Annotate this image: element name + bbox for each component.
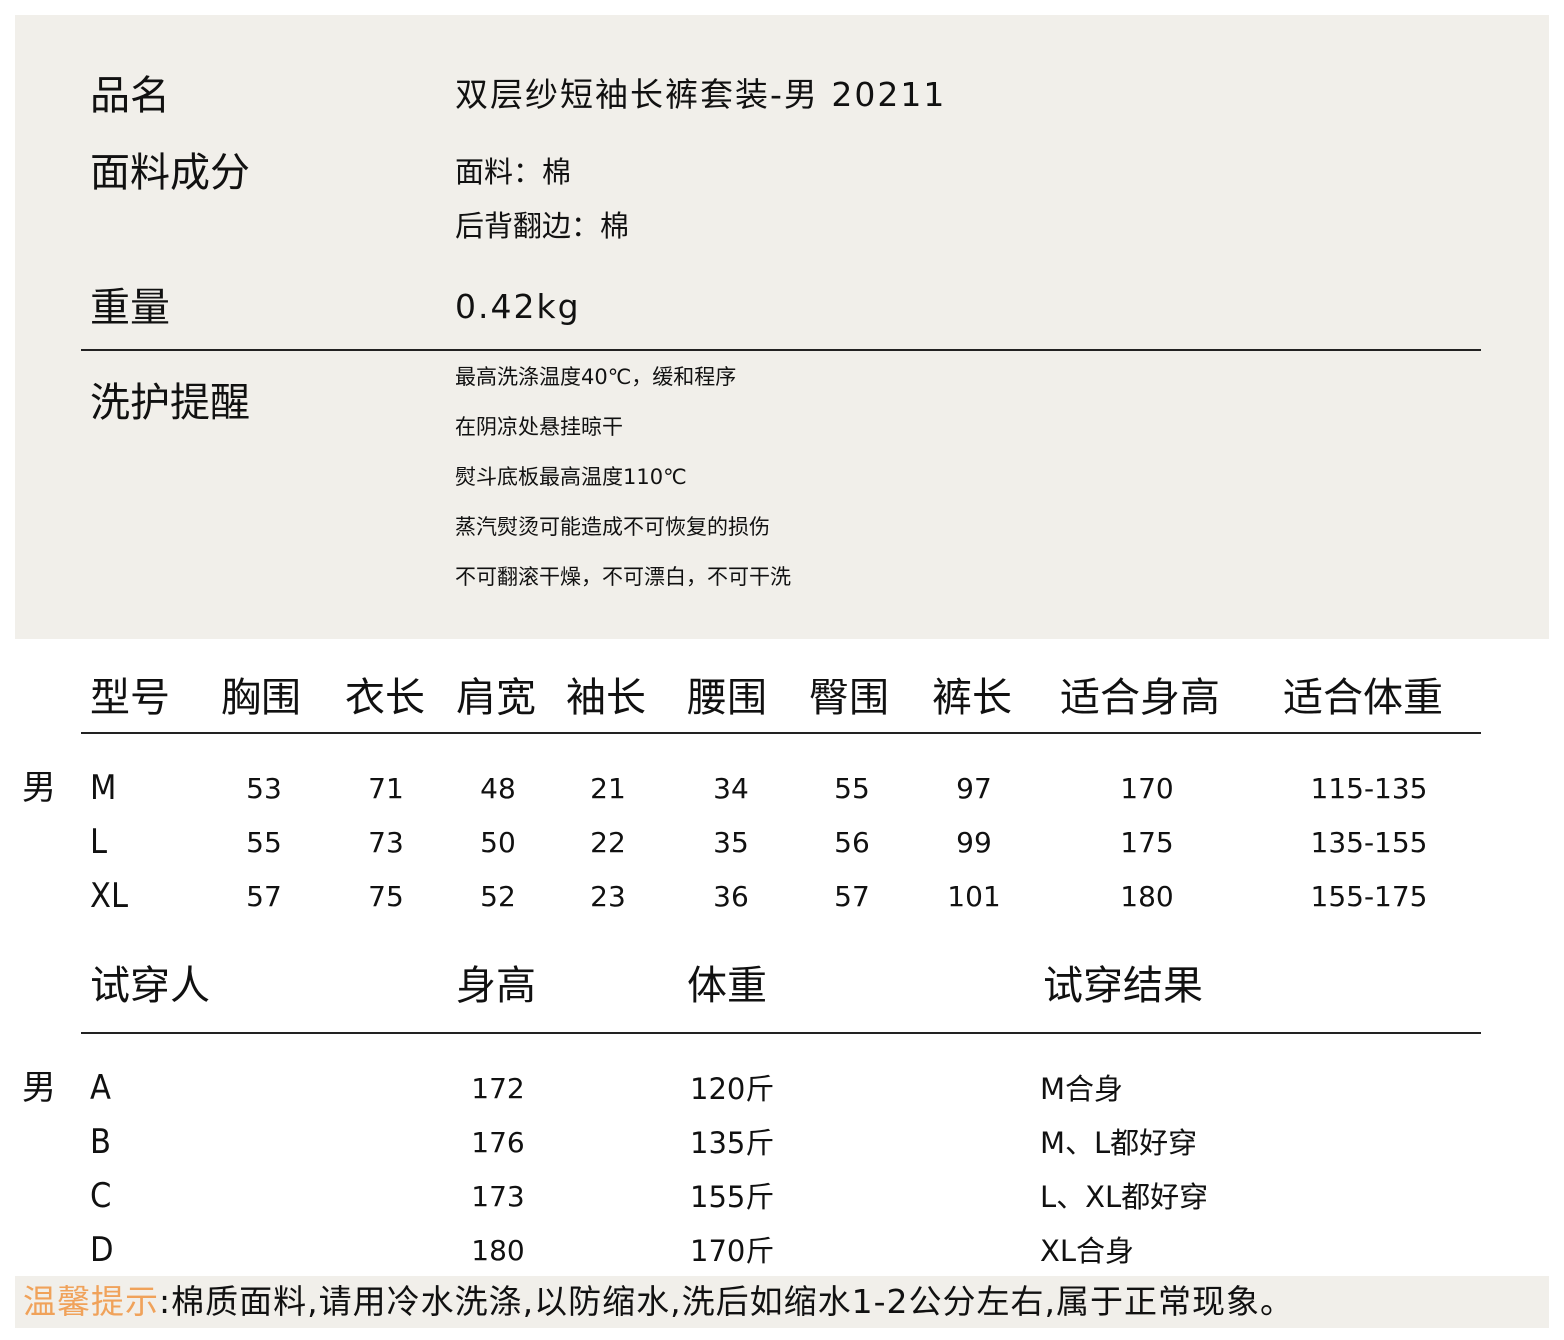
- table-cell: 71: [368, 772, 404, 805]
- table-cell: 135斤: [690, 1126, 775, 1160]
- table-cell: 172: [471, 1072, 525, 1105]
- table-cell: 175: [1120, 826, 1174, 859]
- table-cell: 180: [471, 1234, 525, 1267]
- trial-header-person: 试穿人: [90, 963, 210, 1009]
- fabric-value-back: 后背翻边：棉: [455, 209, 630, 243]
- tip-label: 温馨提示: [23, 1282, 159, 1321]
- table-cell: M、L都好穿: [1040, 1126, 1198, 1160]
- table-cell: 34: [713, 772, 749, 805]
- table-cell: 176: [471, 1126, 525, 1159]
- name-label: 品名: [90, 73, 170, 119]
- table-cell: XL合身: [1040, 1234, 1135, 1268]
- trial-person: B: [90, 1122, 111, 1162]
- table-cell: 73: [368, 826, 404, 859]
- table-cell: 155斤: [690, 1180, 775, 1214]
- size-header-pants-length: 裤长: [932, 675, 1012, 721]
- table-cell: 35: [713, 826, 749, 859]
- care-item: 不可翻滚干燥，不可漂白，不可干洗: [455, 565, 791, 589]
- weight-label: 重量: [90, 285, 170, 331]
- table-cell: 120斤: [690, 1072, 775, 1106]
- table-cell: 55: [246, 826, 282, 859]
- size-header-sleeve: 袖长: [566, 675, 646, 721]
- table-cell: 135-155: [1310, 826, 1428, 859]
- table-cell: 155-175: [1310, 880, 1428, 913]
- tip-text-line: 温馨提示:棉质面料,请用冷水洗涤,以防缩水,洗后如缩水1-2公分左右,属于正常现…: [23, 1276, 1294, 1328]
- table-cell: 22: [590, 826, 626, 859]
- size-header-length: 衣长: [345, 675, 425, 721]
- trial-gender: 男: [22, 1068, 56, 1108]
- table-cell: 36: [713, 880, 749, 913]
- size-header-shoulder: 肩宽: [456, 675, 536, 721]
- size-header-model: 型号: [90, 675, 170, 721]
- table-cell: 48: [480, 772, 516, 805]
- table-cell: 56: [834, 826, 870, 859]
- table-cell: 115-135: [1310, 772, 1428, 805]
- table-cell: 53: [246, 772, 282, 805]
- care-item: 蒸汽熨烫可能造成不可恢复的损伤: [455, 515, 770, 539]
- table-cell: 55: [834, 772, 870, 805]
- trial-header-result: 试穿结果: [1043, 963, 1203, 1009]
- care-item: 熨斗底板最高温度110℃: [455, 465, 687, 489]
- name-value: 双层纱短袖长裤套装-男 20211: [455, 75, 947, 114]
- table-cell: 170: [1120, 772, 1174, 805]
- size-header-fit-height: 适合身高: [1060, 675, 1220, 721]
- table-cell: 101: [947, 880, 1001, 913]
- table-cell: M合身: [1040, 1072, 1124, 1106]
- fabric-value-main: 面料：棉: [455, 155, 572, 189]
- care-item: 在阴凉处悬挂晾干: [455, 415, 623, 439]
- table-cell: 97: [956, 772, 992, 805]
- trial-header-weight: 体重: [687, 963, 767, 1009]
- size-label: L: [90, 822, 108, 862]
- divider-care: [81, 349, 1481, 351]
- size-header-waist: 腰围: [687, 675, 767, 721]
- tip-bar: 温馨提示:棉质面料,请用冷水洗涤,以防缩水,洗后如缩水1-2公分左右,属于正常现…: [15, 1276, 1549, 1328]
- fabric-label: 面料成分: [90, 150, 250, 196]
- table-cell: 170斤: [690, 1234, 775, 1268]
- size-gender: 男: [22, 768, 56, 808]
- trial-person: C: [90, 1176, 112, 1216]
- table-cell: 173: [471, 1180, 525, 1213]
- table-cell: 57: [246, 880, 282, 913]
- table-cell: 57: [834, 880, 870, 913]
- table-cell: 50: [480, 826, 516, 859]
- tip-text: :棉质面料,请用冷水洗涤,以防缩水,洗后如缩水1-2公分左右,属于正常现象。: [159, 1282, 1294, 1321]
- trial-person: D: [90, 1230, 114, 1270]
- size-label: XL: [90, 876, 128, 916]
- table-cell: 180: [1120, 880, 1174, 913]
- care-item: 最高洗涤温度40℃，缓和程序: [455, 365, 737, 389]
- table-cell: 23: [590, 880, 626, 913]
- trial-person: A: [90, 1068, 111, 1108]
- care-label: 洗护提醒: [90, 380, 250, 426]
- size-header-fit-weight: 适合体重: [1283, 675, 1443, 721]
- weight-value: 0.42kg: [455, 287, 581, 326]
- size-header-hip: 臀围: [809, 675, 889, 721]
- table-cell: 99: [956, 826, 992, 859]
- table-cell: 75: [368, 880, 404, 913]
- table-cell: 21: [590, 772, 626, 805]
- divider-size-table: [81, 732, 1481, 734]
- table-cell: L、XL都好穿: [1040, 1180, 1209, 1214]
- trial-header-height: 身高: [456, 963, 536, 1009]
- divider-trial-table: [81, 1032, 1481, 1034]
- table-cell: 52: [480, 880, 516, 913]
- size-header-chest: 胸围: [221, 675, 301, 721]
- size-label: M: [90, 768, 117, 808]
